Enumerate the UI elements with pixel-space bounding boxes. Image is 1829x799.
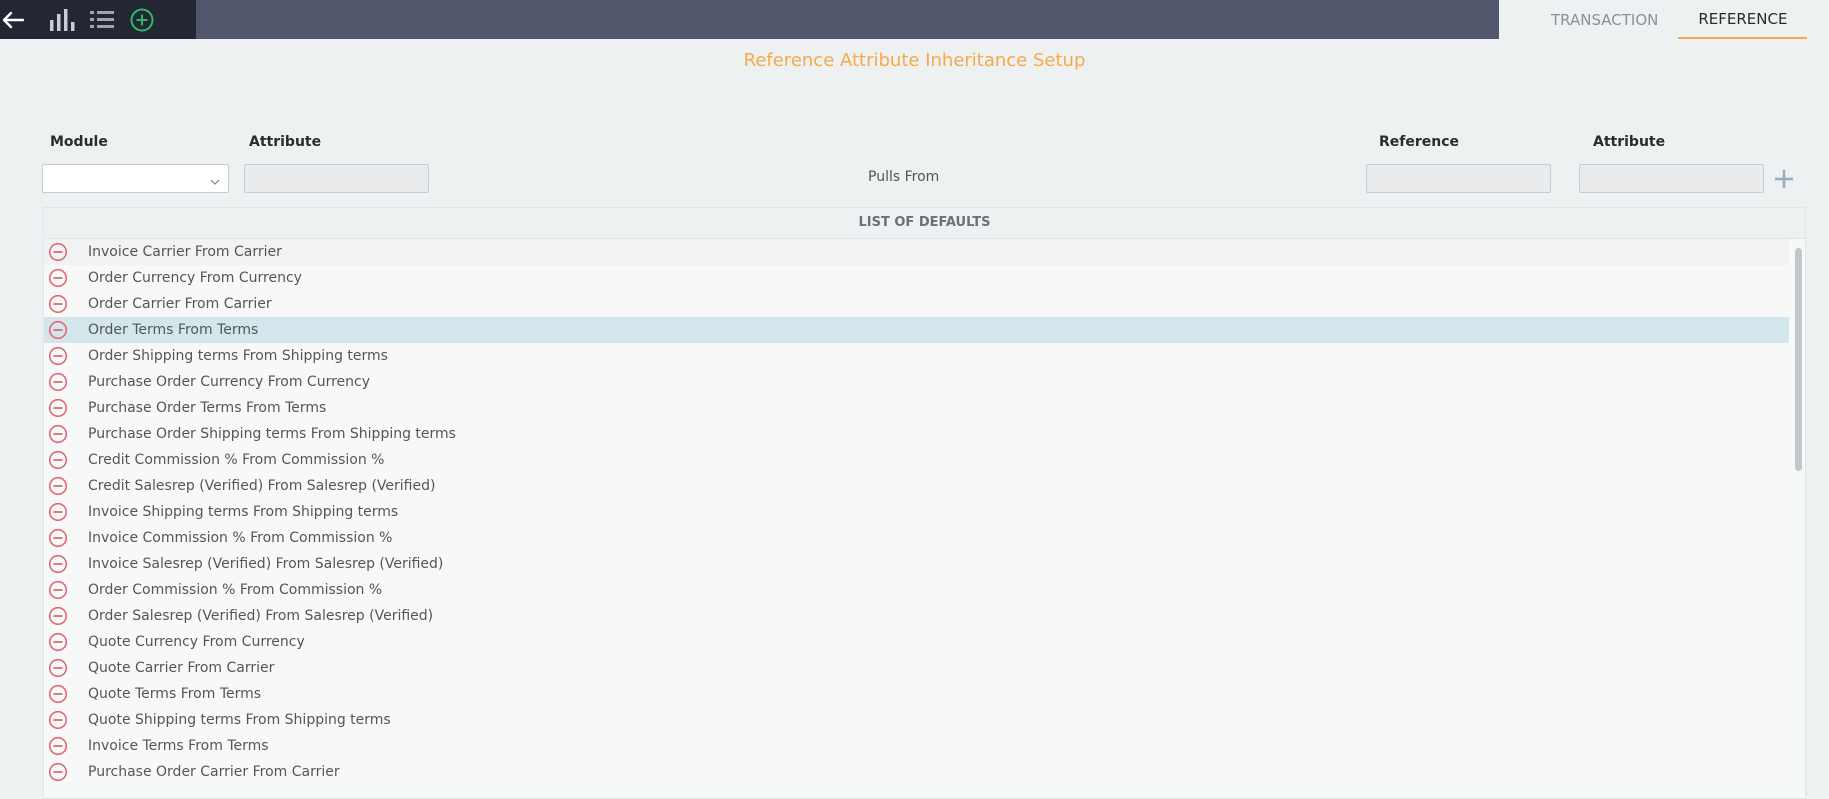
list-item-label: Invoice Terms From Terms: [88, 738, 269, 754]
remove-circle-icon[interactable]: [48, 424, 68, 444]
tab-reference[interactable]: REFERENCE: [1678, 0, 1808, 39]
back-arrow-icon: [1, 10, 25, 30]
module-select[interactable]: [42, 164, 229, 193]
remove-circle-icon[interactable]: [48, 684, 68, 704]
remove-circle-icon[interactable]: [48, 372, 68, 392]
remove-circle-icon[interactable]: [48, 320, 68, 340]
tab-bar: TRANSACTION REFERENCE: [1499, 0, 1829, 39]
list-item[interactable]: Invoice Salesrep (Verified) From Salesre…: [44, 551, 1789, 577]
defaults-panel: LIST OF DEFAULTS Invoice Carrier From Ca…: [43, 207, 1806, 799]
remove-circle-icon[interactable]: [48, 606, 68, 626]
list-item-label: Order Currency From Currency: [88, 270, 302, 286]
list-item-label: Invoice Commission % From Commission %: [88, 530, 393, 546]
remove-circle-icon[interactable]: [48, 450, 68, 470]
list-item[interactable]: Quote Terms From Terms: [44, 681, 1789, 707]
remove-circle-icon[interactable]: [48, 632, 68, 652]
list-item[interactable]: Quote Currency From Currency: [44, 629, 1789, 655]
back-button[interactable]: [0, 0, 26, 39]
ref-attribute-field[interactable]: [1579, 164, 1764, 193]
list-item-label: Order Terms From Terms: [88, 322, 259, 338]
list-item-label: Quote Shipping terms From Shipping terms: [88, 712, 391, 728]
list-item[interactable]: Invoice Shipping terms From Shipping ter…: [44, 499, 1789, 525]
list-item-label: Credit Salesrep (Verified) From Salesrep…: [88, 478, 436, 494]
toolbar: [0, 0, 196, 39]
add-new-button[interactable]: [122, 0, 162, 39]
list-item[interactable]: Purchase Order Currency From Currency: [44, 369, 1789, 395]
list-item[interactable]: Order Currency From Currency: [44, 265, 1789, 291]
list-item-label: Order Shipping terms From Shipping terms: [88, 348, 388, 364]
defaults-list: Invoice Carrier From Carrier Order Curren…: [44, 239, 1805, 785]
list-item[interactable]: Quote Carrier From Carrier: [44, 655, 1789, 681]
list-item[interactable]: Order Salesrep (Verified) From Salesrep …: [44, 603, 1789, 629]
list-item-label: Order Commission % From Commission %: [88, 582, 383, 598]
attribute-field[interactable]: [244, 164, 429, 193]
remove-circle-icon[interactable]: [48, 554, 68, 574]
list-item[interactable]: Credit Salesrep (Verified) From Salesrep…: [44, 473, 1789, 499]
list-item-label: Purchase Order Currency From Currency: [88, 374, 370, 390]
attribute-label: Attribute: [249, 134, 322, 150]
list-item[interactable]: Invoice Terms From Terms: [44, 733, 1789, 759]
list-item[interactable]: Purchase Order Carrier From Carrier: [44, 759, 1789, 785]
remove-circle-icon[interactable]: [48, 268, 68, 288]
list-header: LIST OF DEFAULTS: [44, 208, 1805, 239]
add-default-button[interactable]: [1773, 168, 1795, 194]
remove-circle-icon[interactable]: [48, 346, 68, 366]
chart-button[interactable]: [42, 0, 82, 39]
chevron-down-icon: [210, 174, 220, 190]
tab-transaction[interactable]: TRANSACTION: [1531, 0, 1678, 39]
list-icon: [89, 9, 115, 31]
list-item[interactable]: Purchase Order Terms From Terms: [44, 395, 1789, 421]
scrollbar-thumb[interactable]: [1795, 248, 1802, 471]
list-item-label: Invoice Salesrep (Verified) From Salesre…: [88, 556, 444, 572]
list-item-label: Quote Carrier From Carrier: [88, 660, 275, 676]
top-bar: [0, 0, 1499, 39]
list-item[interactable]: Order Shipping terms From Shipping terms: [44, 343, 1789, 369]
list-item-label: Invoice Carrier From Carrier: [88, 244, 282, 260]
bar-chart-icon: [49, 8, 75, 32]
remove-circle-icon[interactable]: [48, 658, 68, 678]
list-item[interactable]: Order Terms From Terms: [44, 317, 1789, 343]
remove-circle-icon[interactable]: [48, 294, 68, 314]
list-item[interactable]: Quote Shipping terms From Shipping terms: [44, 707, 1789, 733]
reference-label: Reference: [1379, 134, 1460, 150]
remove-circle-icon[interactable]: [48, 502, 68, 522]
remove-circle-icon[interactable]: [48, 710, 68, 730]
remove-circle-icon[interactable]: [48, 476, 68, 496]
list-item-label: Quote Currency From Currency: [88, 634, 305, 650]
add-circle-icon: [129, 7, 155, 33]
list-item[interactable]: Order Carrier From Carrier: [44, 291, 1789, 317]
list-item-label: Quote Terms From Terms: [88, 686, 262, 702]
module-label: Module: [50, 134, 108, 150]
list-item-label: Credit Commission % From Commission %: [88, 452, 385, 468]
list-item[interactable]: Invoice Carrier From Carrier: [44, 239, 1789, 265]
remove-circle-icon[interactable]: [48, 242, 68, 262]
list-scrollbar[interactable]: [1792, 239, 1804, 799]
list-item-label: Order Salesrep (Verified) From Salesrep …: [88, 608, 434, 624]
remove-circle-icon[interactable]: [48, 398, 68, 418]
ref-attribute-label: Attribute: [1593, 134, 1666, 150]
list-item[interactable]: Order Commission % From Commission %: [44, 577, 1789, 603]
list-button[interactable]: [82, 0, 122, 39]
list-item-label: Purchase Order Carrier From Carrier: [88, 764, 340, 780]
list-item-label: Invoice Shipping terms From Shipping ter…: [88, 504, 399, 520]
pulls-from-label: Pulls From: [868, 169, 940, 185]
list-item-label: Purchase Order Shipping terms From Shipp…: [88, 426, 456, 442]
list-item-label: Order Carrier From Carrier: [88, 296, 272, 312]
remove-circle-icon[interactable]: [48, 762, 68, 782]
reference-field[interactable]: [1366, 164, 1551, 193]
list-item-label: Purchase Order Terms From Terms: [88, 400, 327, 416]
remove-circle-icon[interactable]: [48, 580, 68, 600]
list-item[interactable]: Invoice Commission % From Commission %: [44, 525, 1789, 551]
remove-circle-icon[interactable]: [48, 736, 68, 756]
remove-circle-icon[interactable]: [48, 528, 68, 548]
list-item[interactable]: Credit Commission % From Commission %: [44, 447, 1789, 473]
plus-icon: [1773, 170, 1795, 194]
list-item[interactable]: Purchase Order Shipping terms From Shipp…: [44, 421, 1789, 447]
page-title: Reference Attribute Inheritance Setup: [743, 50, 1086, 71]
